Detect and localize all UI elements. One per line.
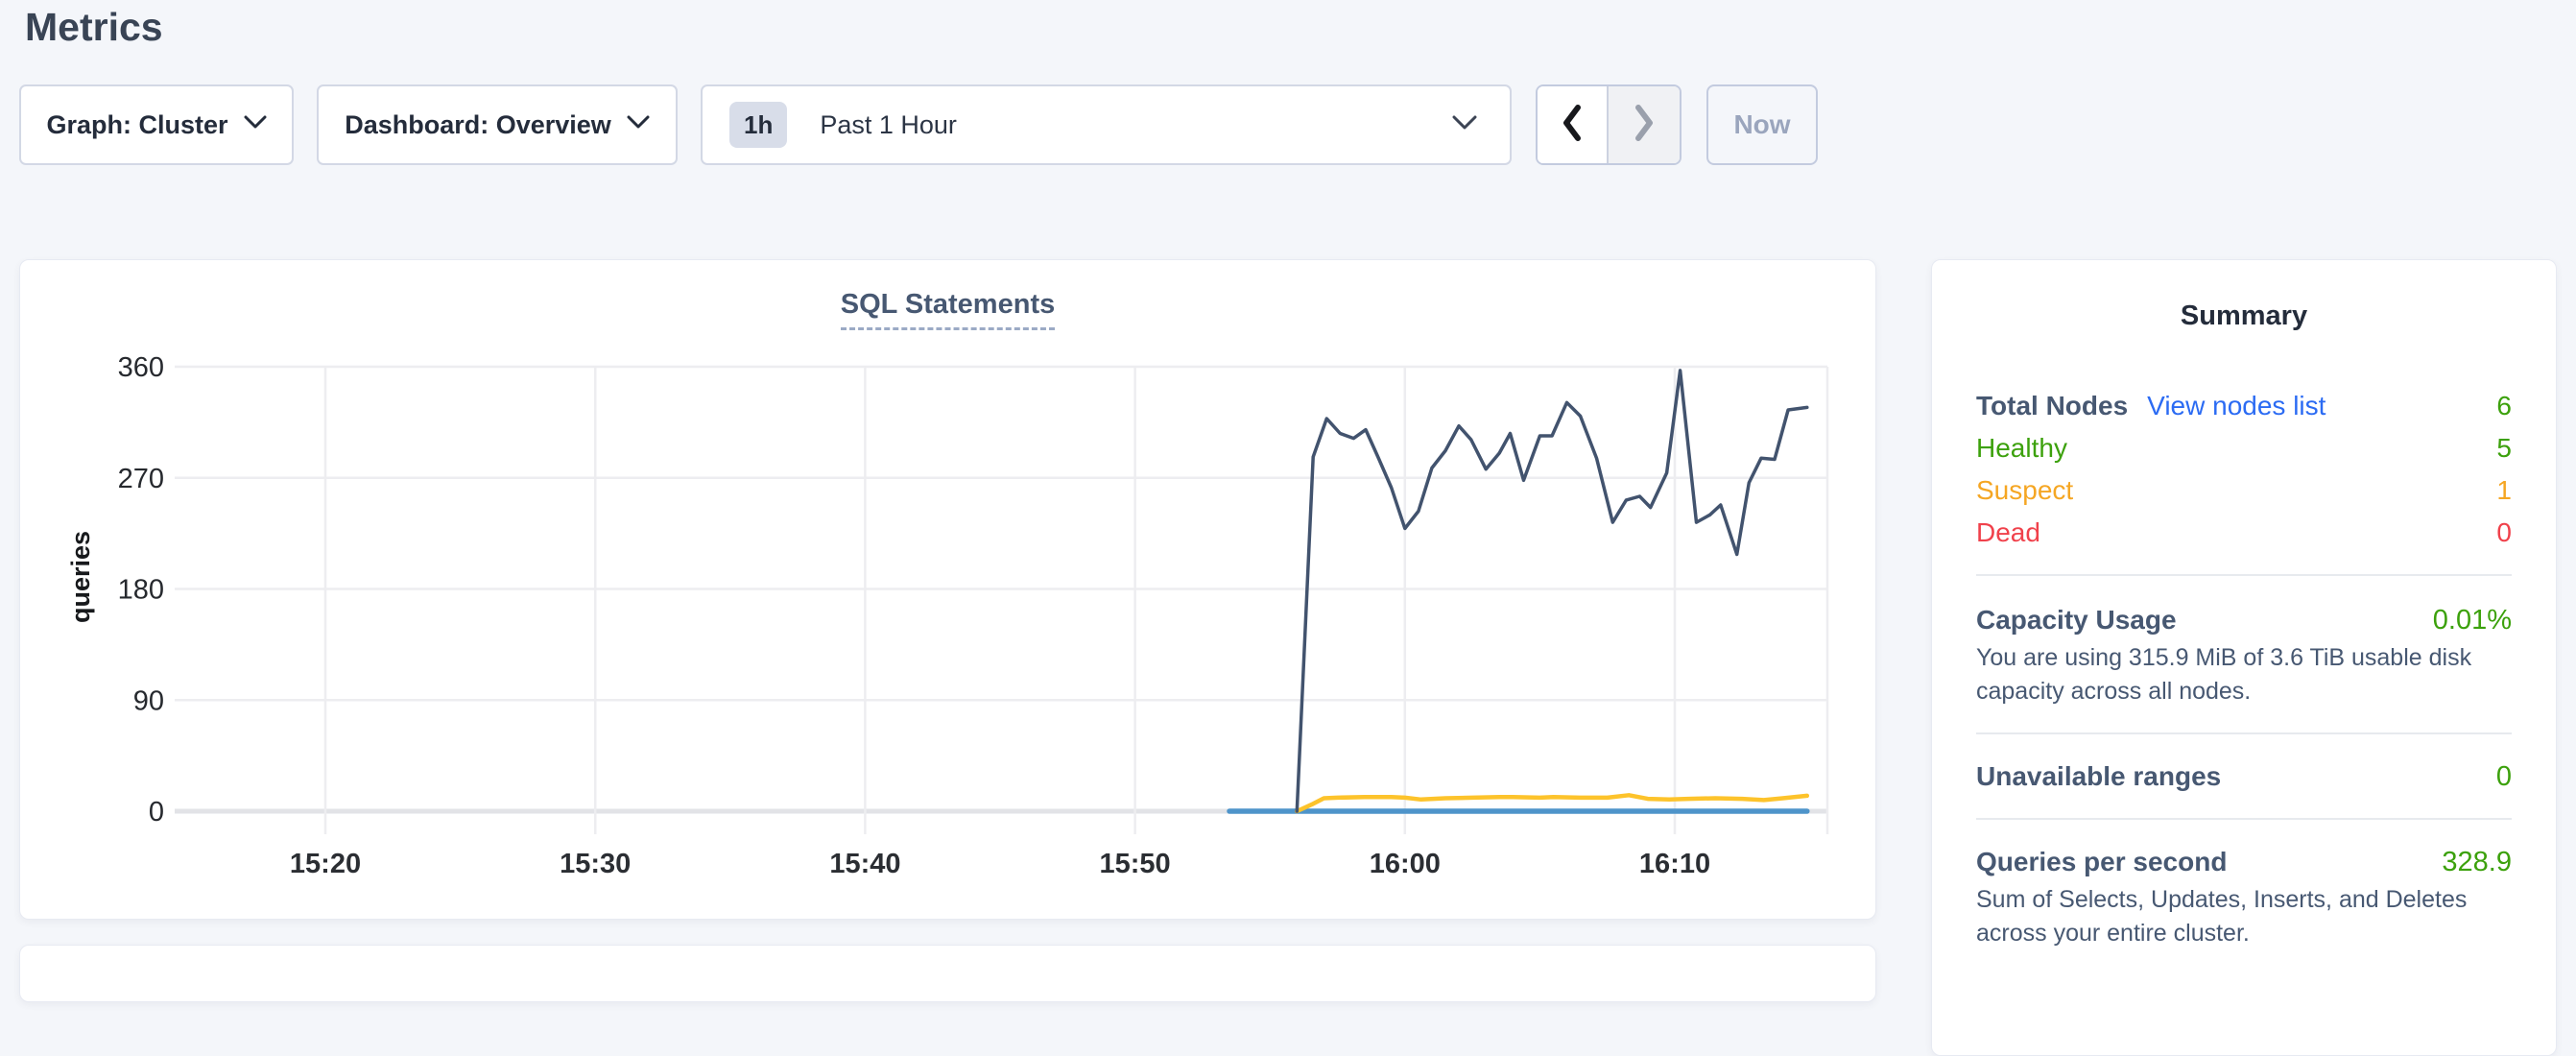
node-status-row-healthy: Healthy 5	[1976, 427, 2512, 469]
node-status-list: Total Nodes View nodes list 6 Healthy 5 …	[1976, 385, 2512, 554]
x-tick-label: 15:30	[560, 849, 631, 879]
capacity-usage-row: Capacity Usage 0.01%	[1976, 599, 2512, 641]
x-tick-label: 15:40	[829, 849, 900, 879]
healthy-value: 5	[2496, 433, 2512, 464]
dashboard-dropdown[interactable]: Dashboard: Overview	[317, 84, 678, 165]
summary-card: Summary Total Nodes View nodes list 6 He…	[1931, 259, 2557, 1056]
prev-timewindow-button[interactable]	[1538, 86, 1609, 163]
divider	[1976, 732, 2512, 734]
chevron-left-icon	[1560, 102, 1585, 149]
healthy-label: Healthy	[1976, 433, 2067, 464]
divider	[1976, 818, 2512, 820]
summary-title: Summary	[1976, 299, 2512, 333]
dashboard-label: Dashboard: Overview	[345, 110, 611, 140]
y-tick-label: 270	[118, 464, 164, 494]
y-tick-label: 0	[149, 797, 164, 828]
capacity-usage-label: Capacity Usage	[1976, 605, 2177, 636]
page-title: Metrics	[25, 0, 163, 54]
dead-label: Dead	[1976, 517, 2040, 548]
next-chart-card-partial	[19, 945, 1876, 1002]
next-timewindow-button[interactable]	[1609, 86, 1680, 163]
node-status-row-dead: Dead 0	[1976, 512, 2512, 554]
time-range-badge: 1h	[729, 102, 787, 148]
queries-per-second-description: Sum of Selects, Updates, Inserts, and De…	[1976, 883, 2512, 950]
y-tick-label: 360	[118, 352, 164, 383]
now-button[interactable]: Now	[1706, 84, 1818, 165]
queries-per-second-value: 328.9	[2442, 847, 2512, 878]
y-axis-label: queries	[66, 531, 95, 623]
unavailable-ranges-row: Unavailable ranges 0	[1976, 756, 2512, 798]
queries-per-second-row: Queries per second 328.9	[1976, 841, 2512, 883]
dead-value: 0	[2496, 517, 2512, 548]
total-nodes-value: 6	[2496, 391, 2512, 421]
sql-statements-card: SQL Statements 09018027036015:2015:3015:…	[19, 259, 1876, 920]
chevron-down-icon	[244, 115, 267, 134]
x-tick-label: 16:10	[1639, 849, 1710, 879]
unavailable-ranges-value: 0	[2496, 761, 2512, 793]
divider	[1976, 574, 2512, 576]
timewindow-nav	[1536, 84, 1682, 165]
total-nodes-label: Total Nodes	[1976, 391, 2128, 421]
time-range-selector[interactable]: 1h Past 1 Hour	[701, 84, 1512, 165]
queries-per-second-label: Queries per second	[1976, 847, 2227, 877]
graph-scope-label: Graph: Cluster	[46, 110, 227, 140]
time-range-label: Past 1 Hour	[820, 110, 957, 140]
chevron-right-icon	[1632, 102, 1657, 149]
chevron-down-icon	[627, 115, 650, 134]
sql-statements-chart[interactable]: 0 90 180 270 360 15:20 15:30 15:40 15:50 16:00 16:…	[20, 260, 1877, 921]
x-tick-label: 16:00	[1370, 849, 1441, 879]
x-tick-label: 15:50	[1100, 849, 1171, 879]
unavailable-ranges-label: Unavailable ranges	[1976, 761, 2221, 792]
capacity-usage-value: 0.01%	[2433, 605, 2512, 636]
series-dark-blue-line	[1297, 371, 1807, 811]
y-tick-label: 180	[118, 575, 164, 606]
chevron-down-icon	[1452, 115, 1477, 135]
view-nodes-list-link[interactable]: View nodes list	[2147, 391, 2326, 421]
node-status-row-suspect: Suspect 1	[1976, 469, 2512, 512]
capacity-usage-description: You are using 315.9 MiB of 3.6 TiB usabl…	[1976, 641, 2512, 708]
total-nodes-row: Total Nodes View nodes list 6	[1976, 385, 2512, 427]
suspect-label: Suspect	[1976, 475, 2073, 506]
suspect-value: 1	[2496, 475, 2512, 506]
x-tick-label: 15:20	[290, 849, 361, 879]
graph-scope-dropdown[interactable]: Graph: Cluster	[19, 84, 294, 165]
y-tick-label: 90	[133, 685, 164, 716]
